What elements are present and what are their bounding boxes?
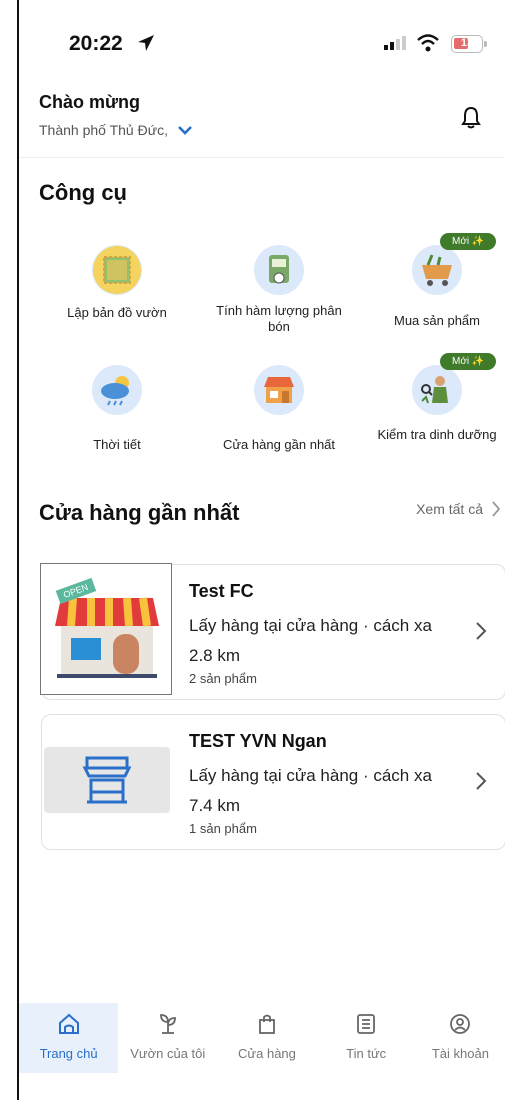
bottom-nav: Trang chủ Vườn của tôi Cửa hàng Tin tức	[19, 1003, 505, 1073]
store-name: Test FC	[189, 581, 254, 601]
location-arrow-icon	[138, 35, 154, 51]
battery-level: 13	[460, 37, 474, 49]
tool-label: Thời tiết	[93, 437, 141, 452]
store-icon	[254, 365, 304, 415]
store-description: Lấy hàng tại cửa hàng · cách xa 7.4 km	[189, 766, 432, 815]
account-icon	[450, 1014, 471, 1034]
shopping-cart-icon: Mới ✨	[412, 233, 497, 295]
nav-label: Tin tức	[346, 1046, 387, 1061]
store-name: TEST YVN Ngan	[189, 731, 327, 751]
nav-account[interactable]: Tài khoản	[416, 1003, 505, 1073]
location-text: Thành phố Thủ Đức,	[39, 122, 168, 138]
store-thumbnail	[42, 715, 172, 845]
news-icon	[357, 1014, 376, 1034]
tool-nutrition-check[interactable]: Mới ✨ Kiểm tra dinh dưỡng	[357, 353, 505, 443]
garden-map-icon	[92, 245, 142, 295]
nav-my-garden[interactable]: Vườn của tôi	[118, 1003, 217, 1073]
greeting-text: Chào mừng	[39, 92, 141, 112]
nav-label: Trang chủ	[39, 1046, 98, 1061]
app-screen: 20:22 13 Chào mừng Thành phố Thủ Đức, Cô…	[17, 0, 505, 1100]
see-all-link[interactable]: Xem tất cả	[416, 500, 501, 518]
nav-label: Vườn của tôi	[130, 1046, 206, 1061]
tool-weather[interactable]: Thời tiết	[37, 365, 197, 453]
store-card[interactable]: OPEN Test FC Lấy hàng tại cửa hàng · các…	[40, 563, 505, 700]
new-badge: Mới ✨	[440, 233, 497, 250]
weather-icon	[92, 365, 142, 415]
nearby-section-title: Cửa hàng gần nhất	[39, 500, 240, 525]
wifi-icon	[417, 34, 439, 52]
fertilizer-calculator-icon	[254, 245, 304, 295]
tool-buy-products[interactable]: Mới ✨ Mua sản phẩm	[357, 233, 505, 329]
see-all-label: Xem tất cả	[416, 501, 483, 517]
store-description: Lấy hàng tại cửa hàng · cách xa 2.8 km	[189, 616, 432, 665]
chevron-down-icon	[178, 126, 192, 135]
tool-label: Kiểm tra dinh dưỡng	[377, 427, 497, 442]
nav-label: Tài khoản	[431, 1046, 489, 1061]
tool-label: Tính hàm lượng phân bón	[216, 303, 342, 334]
bell-icon[interactable]	[461, 106, 481, 130]
nav-label: Cửa hàng	[238, 1046, 296, 1061]
status-time: 20:22	[69, 32, 123, 55]
nav-store[interactable]: Cửa hàng	[217, 1003, 316, 1073]
tool-fertilizer-calculator[interactable]: Tính hàm lượng phân bón	[199, 245, 359, 335]
kiosk-icon	[82, 756, 132, 804]
home-icon	[58, 1013, 79, 1034]
location-selector[interactable]: Thành phố Thủ Đức,	[39, 122, 192, 138]
shopping-bag-icon	[259, 1014, 275, 1034]
tool-label: Lập bản đồ vườn	[67, 305, 167, 320]
status-bar: 20:22 13	[19, 28, 505, 62]
tool-nearest-store[interactable]: Cửa hàng gần nhất	[199, 365, 359, 453]
nav-news[interactable]: Tin tức	[317, 1003, 416, 1073]
store-product-count: 2 sản phẩm	[189, 671, 257, 686]
store-product-count: 1 sản phẩm	[189, 821, 257, 836]
store-card[interactable]: TEST YVN Ngan Lấy hàng tại cửa hàng · cá…	[41, 714, 505, 850]
tool-label: Mua sản phẩm	[394, 313, 480, 328]
store-thumbnail: OPEN	[40, 563, 172, 695]
header: Chào mừng Thành phố Thủ Đức,	[19, 90, 505, 158]
signal-icon	[384, 36, 406, 50]
chevron-right-icon	[492, 501, 501, 517]
nutrition-check-icon: Mới ✨	[412, 353, 497, 415]
chevron-right-icon	[476, 772, 487, 790]
tools-section-title: Công cụ	[39, 180, 127, 205]
new-badge: Mới ✨	[440, 353, 497, 370]
plant-icon	[159, 1014, 176, 1034]
chevron-right-icon	[476, 622, 487, 640]
tool-garden-map[interactable]: Lập bản đồ vườn	[37, 245, 197, 321]
tool-label: Cửa hàng gần nhất	[222, 437, 336, 452]
nav-home[interactable]: Trang chủ	[19, 1003, 119, 1073]
battery-icon: 13	[451, 35, 487, 53]
